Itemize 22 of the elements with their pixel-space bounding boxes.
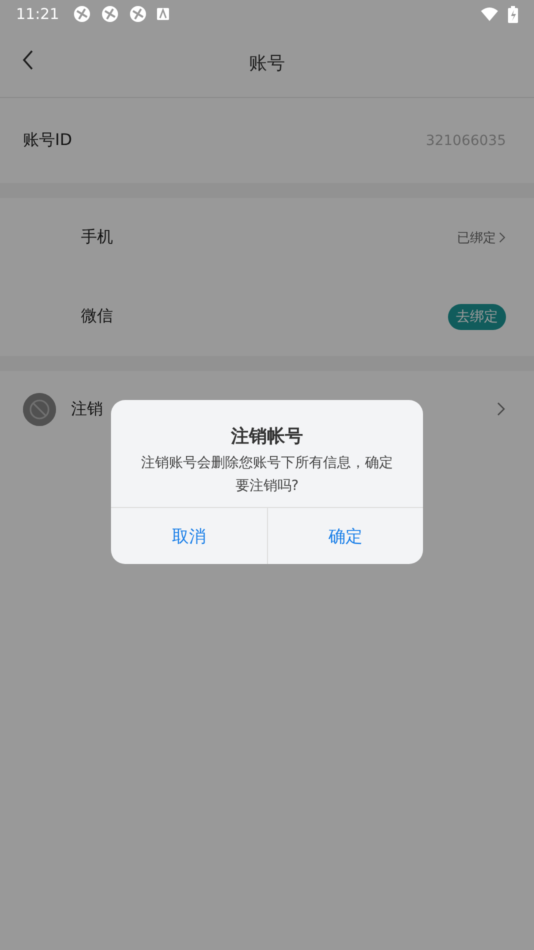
status-time: 11:21 [16, 5, 60, 23]
chevron-icon [499, 232, 506, 243]
chevron-icon [497, 402, 506, 416]
cancel-button[interactable]: 取消 [111, 508, 266, 564]
app-notification-icon [129, 5, 148, 23]
battery-icon [508, 6, 518, 22]
confirm-button[interactable]: 确定 [266, 508, 423, 564]
app-notification-icon [73, 5, 92, 23]
bind-button[interactable]: 去绑定 [448, 304, 506, 330]
cancel-account-label: 注销 [71, 398, 103, 420]
binding-status-link[interactable]: 已绑定 [457, 228, 506, 246]
wifi-icon [481, 7, 498, 21]
app-notification-icon [101, 5, 120, 23]
cancel-icon [23, 392, 56, 426]
binding-label: 微信 [81, 306, 113, 327]
page-title: 账号 [249, 52, 285, 74]
back-icon [22, 50, 34, 70]
account-id-label: 账号ID [23, 130, 72, 151]
keyboard-notification-icon [157, 8, 170, 20]
dialog-message: 注销账号会删除您账号下所有信息，确定要注销吗? [140, 454, 394, 496]
binding-label: 手机 [81, 227, 113, 248]
dialog-title: 注销帐号 [230, 425, 304, 448]
